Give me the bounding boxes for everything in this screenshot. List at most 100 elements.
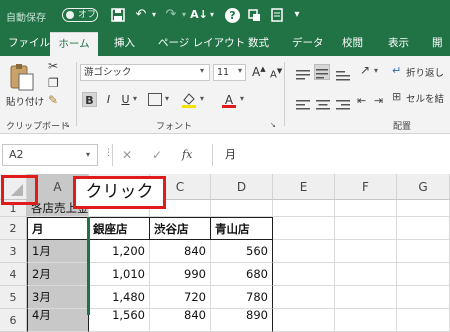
save-icon[interactable] bbox=[110, 6, 126, 24]
align-right-icon[interactable] bbox=[336, 96, 350, 110]
cell-e3[interactable] bbox=[273, 240, 335, 263]
cell-f4[interactable] bbox=[335, 263, 397, 286]
insert-function-button[interactable]: fx bbox=[182, 148, 192, 161]
cell-f5[interactable] bbox=[335, 286, 397, 309]
row-header-3[interactable]: 3 bbox=[0, 240, 27, 263]
sort-icon[interactable]: A↓ bbox=[190, 6, 208, 24]
tab-developer[interactable]: 開発 bbox=[432, 32, 450, 71]
font-name-select[interactable]: 游ゴシック bbox=[80, 64, 210, 81]
table-cell[interactable]: 3月 bbox=[27, 286, 89, 309]
cell-g6[interactable] bbox=[397, 309, 450, 332]
cell-g2[interactable] bbox=[397, 217, 450, 240]
bold-button[interactable]: B bbox=[82, 92, 97, 107]
cell-f3[interactable] bbox=[335, 240, 397, 263]
format-painter-icon[interactable]: ✎ bbox=[48, 93, 58, 107]
enter-icon[interactable]: ✓ bbox=[152, 148, 162, 162]
font-color-dropdown-icon[interactable]: ▾ bbox=[240, 94, 244, 103]
cancel-icon[interactable]: ✕ bbox=[122, 148, 132, 162]
tab-view[interactable]: 表示 bbox=[388, 32, 409, 56]
table-cell[interactable]: 680 bbox=[211, 263, 273, 286]
table-header-cell[interactable]: 青山店 bbox=[211, 217, 273, 240]
align-center-icon[interactable] bbox=[316, 96, 330, 110]
tab-data[interactable]: データ bbox=[292, 32, 324, 56]
table-cell[interactable]: 1,010 bbox=[89, 263, 150, 286]
fill-color-dropdown-icon[interactable]: ▾ bbox=[200, 94, 204, 103]
sort-dropdown-icon[interactable]: ▾ bbox=[208, 6, 216, 24]
align-left-icon[interactable] bbox=[296, 96, 310, 110]
table-cell[interactable]: 1月 bbox=[27, 240, 89, 263]
table-header-cell[interactable]: 月 bbox=[27, 217, 89, 240]
orientation-dropdown-icon[interactable]: ▾ bbox=[374, 66, 378, 75]
merge-cells-button[interactable]: ⊞ セルを結 bbox=[392, 90, 450, 106]
customize-qat-icon[interactable]: ▾ bbox=[291, 6, 303, 24]
cell-g5[interactable] bbox=[397, 286, 450, 309]
tab-file[interactable]: ファイル bbox=[8, 32, 50, 56]
table-cell[interactable]: 560 bbox=[211, 240, 273, 263]
name-box-dropdown-icon[interactable]: ▾ bbox=[86, 150, 90, 159]
borders-dropdown-icon[interactable]: ▾ bbox=[165, 94, 169, 103]
help-icon[interactable]: ? bbox=[225, 8, 240, 23]
table-cell[interactable]: 990 bbox=[150, 263, 211, 286]
paste-icon[interactable] bbox=[8, 62, 36, 92]
wrap-text-button[interactable]: ↵ 折り返し bbox=[392, 64, 450, 80]
font-size-dropdown-icon[interactable]: ▾ bbox=[238, 66, 242, 75]
decrease-indent-icon[interactable]: ⇤ bbox=[357, 94, 366, 108]
autosave-toggle[interactable]: オフ bbox=[62, 8, 98, 22]
paste-button-label[interactable]: 貼り付け bbox=[6, 94, 44, 108]
align-bottom-icon[interactable] bbox=[336, 66, 350, 81]
cell-f1[interactable] bbox=[335, 200, 397, 217]
table-cell[interactable]: 2月 bbox=[27, 263, 89, 286]
column-header-g[interactable]: G bbox=[397, 174, 450, 200]
row-header-5[interactable]: 5 bbox=[0, 286, 27, 309]
shrink-font-button[interactable]: A▼ bbox=[270, 67, 282, 80]
tab-page-layout[interactable]: ページ レイアウト bbox=[158, 32, 245, 56]
borders-icon[interactable] bbox=[148, 93, 162, 106]
align-top-icon[interactable] bbox=[296, 66, 310, 80]
table-cell[interactable]: 890 bbox=[211, 309, 273, 332]
font-color-icon[interactable]: A bbox=[222, 89, 236, 108]
cell-d1[interactable] bbox=[211, 200, 273, 217]
table-header-cell[interactable]: 銀座店 bbox=[89, 217, 150, 240]
table-cell[interactable]: 720 bbox=[150, 286, 211, 309]
tab-home[interactable]: ホーム bbox=[50, 32, 98, 56]
table-cell[interactable]: 840 bbox=[150, 240, 211, 263]
cell-e2[interactable] bbox=[273, 217, 335, 240]
cut-icon[interactable]: ✂ bbox=[48, 59, 58, 73]
undo-dropdown-icon[interactable]: ▾ bbox=[150, 6, 158, 24]
touch-mode-icon[interactable] bbox=[246, 6, 262, 24]
copy-icon[interactable]: ❐ bbox=[48, 76, 59, 90]
cell-e5[interactable] bbox=[273, 286, 335, 309]
table-cell[interactable]: 780 bbox=[211, 286, 273, 309]
tab-review[interactable]: 校閲 bbox=[342, 32, 363, 56]
font-launcher-icon[interactable]: ↘ bbox=[270, 118, 276, 132]
clipboard-launcher-icon[interactable]: ↘ bbox=[64, 118, 70, 132]
cell-g1[interactable] bbox=[397, 200, 450, 217]
align-middle-icon[interactable] bbox=[314, 64, 330, 80]
tab-formulas[interactable]: 数式 bbox=[248, 32, 269, 56]
cell-e4[interactable] bbox=[273, 263, 335, 286]
form-icon[interactable] bbox=[269, 6, 285, 24]
font-name-dropdown-icon[interactable]: ▾ bbox=[200, 66, 204, 75]
formula-input[interactable]: 月 bbox=[212, 144, 450, 166]
cell-f2[interactable] bbox=[335, 217, 397, 240]
row-header-2[interactable]: 2 bbox=[0, 217, 27, 240]
underline-button[interactable]: U bbox=[118, 92, 133, 107]
cell-g3[interactable] bbox=[397, 240, 450, 263]
italic-button[interactable]: I bbox=[101, 92, 116, 107]
tab-insert[interactable]: 挿入 bbox=[114, 32, 135, 56]
underline-dropdown-icon[interactable]: ▾ bbox=[133, 94, 137, 103]
grow-font-button[interactable]: A▲ bbox=[252, 65, 266, 79]
increase-indent-icon[interactable]: ⇥ bbox=[374, 94, 383, 108]
table-cell[interactable]: 1,560 bbox=[89, 309, 150, 332]
row-header-6[interactable]: 6 bbox=[0, 309, 27, 332]
undo-icon[interactable]: ↶ bbox=[134, 6, 148, 24]
cell-f6[interactable] bbox=[335, 309, 397, 332]
table-cell[interactable]: 1,200 bbox=[89, 240, 150, 263]
cell-e1[interactable] bbox=[273, 200, 335, 217]
table-header-cell[interactable]: 渋谷店 bbox=[150, 217, 211, 240]
row-header-4[interactable]: 4 bbox=[0, 263, 27, 286]
table-cell[interactable]: 840 bbox=[150, 309, 211, 332]
table-cell[interactable]: 4月 bbox=[27, 309, 89, 332]
fill-color-icon[interactable] bbox=[180, 90, 198, 108]
cell-e6[interactable] bbox=[273, 309, 335, 332]
